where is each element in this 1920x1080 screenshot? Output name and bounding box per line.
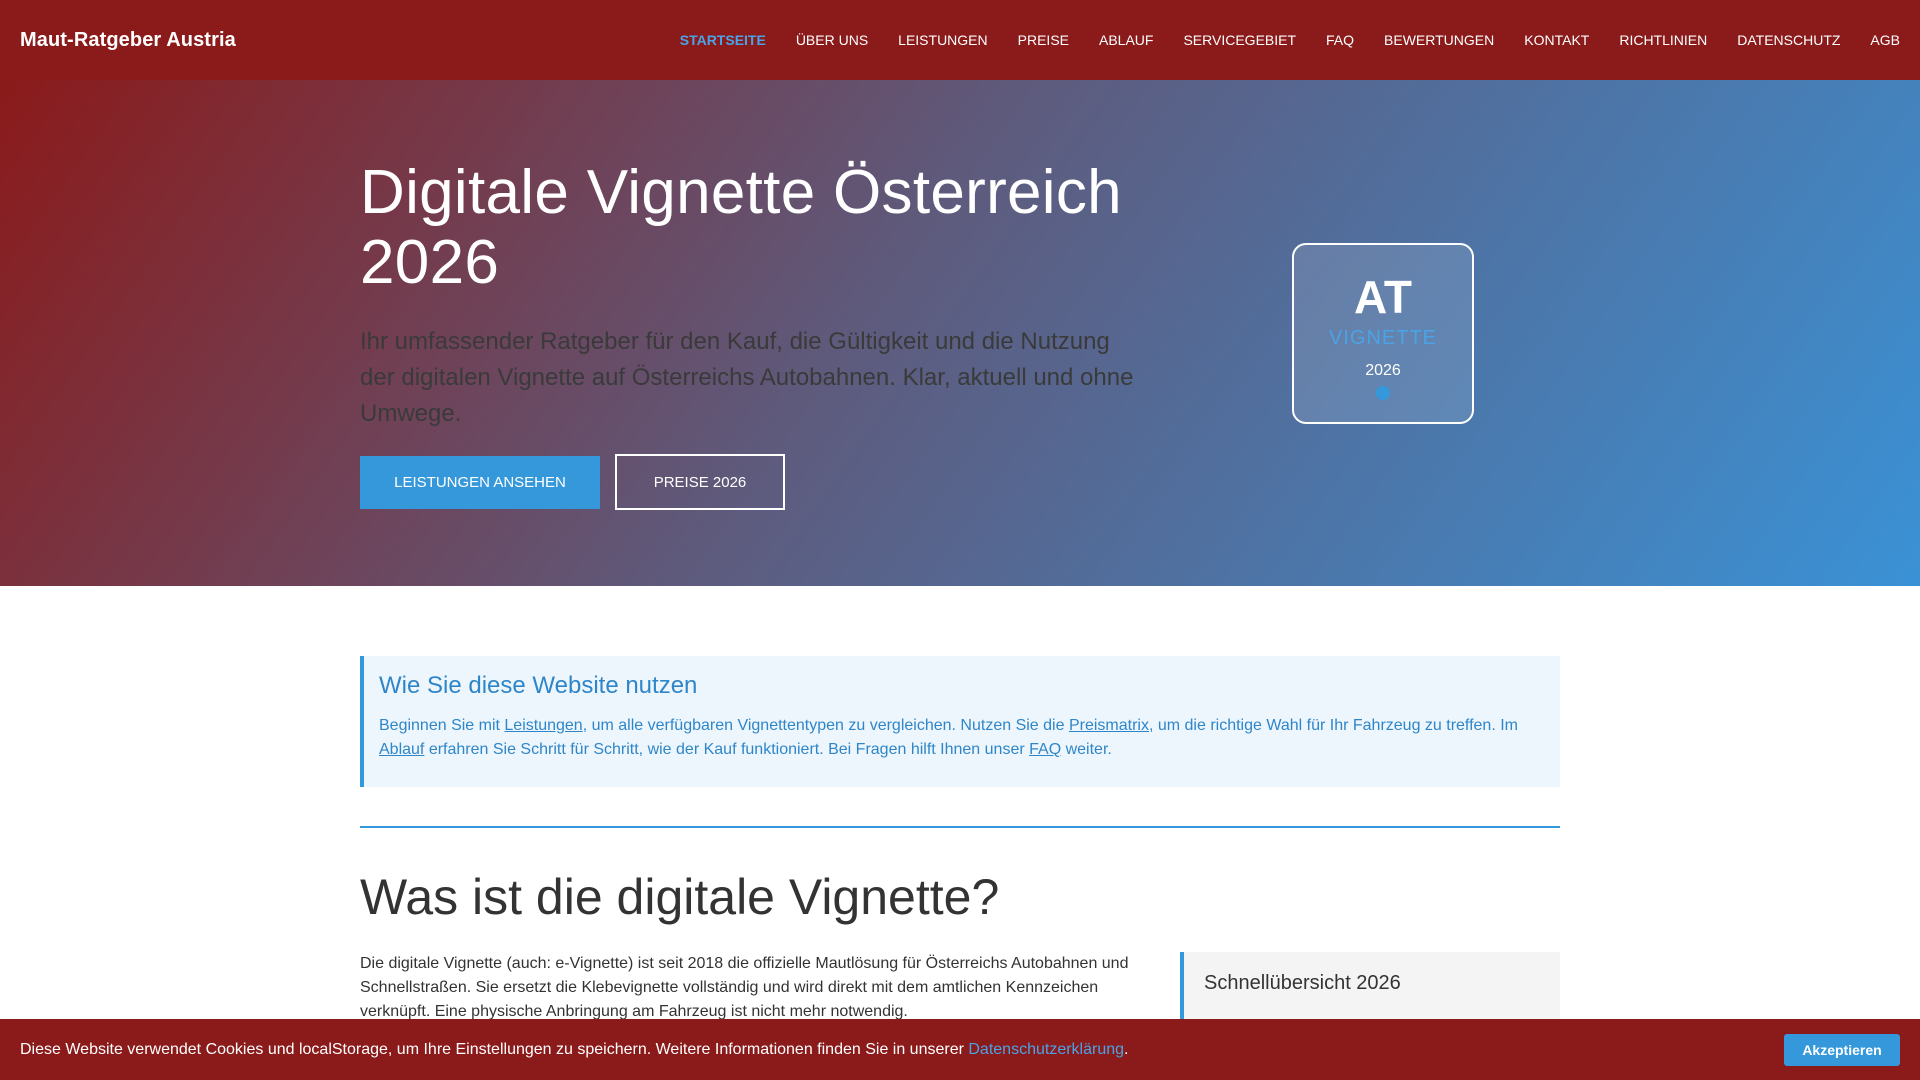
usage-info-text-part: , um alle verfügbaren Vignettentypen zu …	[582, 717, 1069, 734]
preise-2026-button[interactable]: Preise 2026	[615, 454, 785, 510]
cookie-banner: Diese Website verwendet Cookies und loca…	[0, 1019, 1920, 1080]
nav-link-preise[interactable]: Preise	[1018, 32, 1069, 48]
hero-content: Digitale Vignette Österreich 2026 Ihr um…	[360, 158, 1150, 510]
nav-link-kontakt[interactable]: Kontakt	[1524, 32, 1589, 48]
top-navbar: Maut-Ratgeber Austria Startseite Über un…	[0, 0, 1920, 80]
cookie-banner-text: Diese Website verwendet Cookies und loca…	[20, 1041, 1128, 1059]
cookie-text-end: .	[1124, 1040, 1129, 1058]
link-ablauf[interactable]: Ablauf	[379, 741, 424, 758]
hero-title-line-1: Digitale Vignette Österreich	[360, 158, 1122, 227]
hero-subtitle: Ihr umfassender Ratgeber für den Kauf, d…	[360, 328, 1134, 427]
cookie-text-part: Diese Website verwendet Cookies und loca…	[20, 1040, 969, 1058]
leistungen-ansehen-button[interactable]: Leistungen ansehen	[360, 456, 600, 509]
cookie-accept-button[interactable]: Akzeptieren	[1784, 1033, 1900, 1066]
link-preismatrix[interactable]: Preismatrix	[1069, 717, 1149, 734]
usage-info-text-part: , um die richtige Wahl für Ihr Fahrzeug …	[1148, 717, 1518, 734]
vignette-badge: AT VIGNETTE 2026	[1292, 243, 1474, 424]
main-nav: Startseite Über uns Leistungen Preise Ab…	[650, 32, 1900, 48]
usage-info-box: Wie Sie diese Website nutzen Beginnen Si…	[360, 656, 1560, 787]
usage-info-text-part: weiter.	[1061, 741, 1112, 758]
section-divider	[360, 826, 1560, 828]
hero-title: Digitale Vignette Österreich 2026	[360, 158, 1150, 298]
badge-country-code: AT	[1354, 271, 1412, 323]
usage-info-text: Beginnen Sie mit Leistungen, um alle ver…	[379, 714, 1540, 762]
badge-vignette-label: VIGNETTE	[1328, 327, 1437, 349]
usage-info-text-part: erfahren Sie Schritt für Schritt, wie de…	[424, 741, 1030, 758]
hero-section: Digitale Vignette Österreich 2026 Ihr um…	[0, 80, 1920, 586]
badge-dot-icon	[1376, 386, 1390, 400]
nav-link-faq[interactable]: FAQ	[1326, 32, 1354, 48]
nav-link-datenschutz[interactable]: Datenschutz	[1737, 32, 1840, 48]
nav-link-leistungen[interactable]: Leistungen	[898, 32, 987, 48]
section-body-text: Die digitale Vignette (auch: e-Vignette)…	[360, 955, 1129, 1020]
datenschutz-link[interactable]: Datenschutzerklärung	[968, 1041, 1124, 1058]
nav-link-ueber-uns[interactable]: Über uns	[796, 32, 868, 48]
section-title: Was ist die digitale Vignette?	[360, 869, 1000, 925]
hero-title-line-2: 2026	[360, 228, 500, 297]
nav-link-agb[interactable]: AGB	[1870, 32, 1900, 48]
nav-link-richtlinien[interactable]: Richtlinien	[1619, 32, 1707, 48]
nav-link-startseite[interactable]: Startseite	[680, 32, 766, 48]
nav-link-servicegebiet[interactable]: Servicegebiet	[1183, 32, 1296, 48]
usage-info-text-part: Beginnen Sie mit	[379, 717, 505, 734]
link-faq[interactable]: FAQ	[1029, 741, 1061, 758]
nav-link-ablauf[interactable]: Ablauf	[1099, 32, 1153, 48]
badge-year: 2026	[1365, 362, 1401, 379]
usage-info-title: Wie Sie diese Website nutzen	[379, 672, 698, 699]
quick-overview-title: Schnellübersicht 2026	[1204, 972, 1401, 994]
brand-logo[interactable]: Maut-Ratgeber Austria	[20, 29, 236, 52]
link-leistungen[interactable]: Leistungen	[504, 717, 582, 734]
nav-link-bewertungen[interactable]: Bewertungen	[1384, 32, 1494, 48]
hero-buttons: Leistungen ansehen Preise 2026	[360, 454, 1150, 510]
